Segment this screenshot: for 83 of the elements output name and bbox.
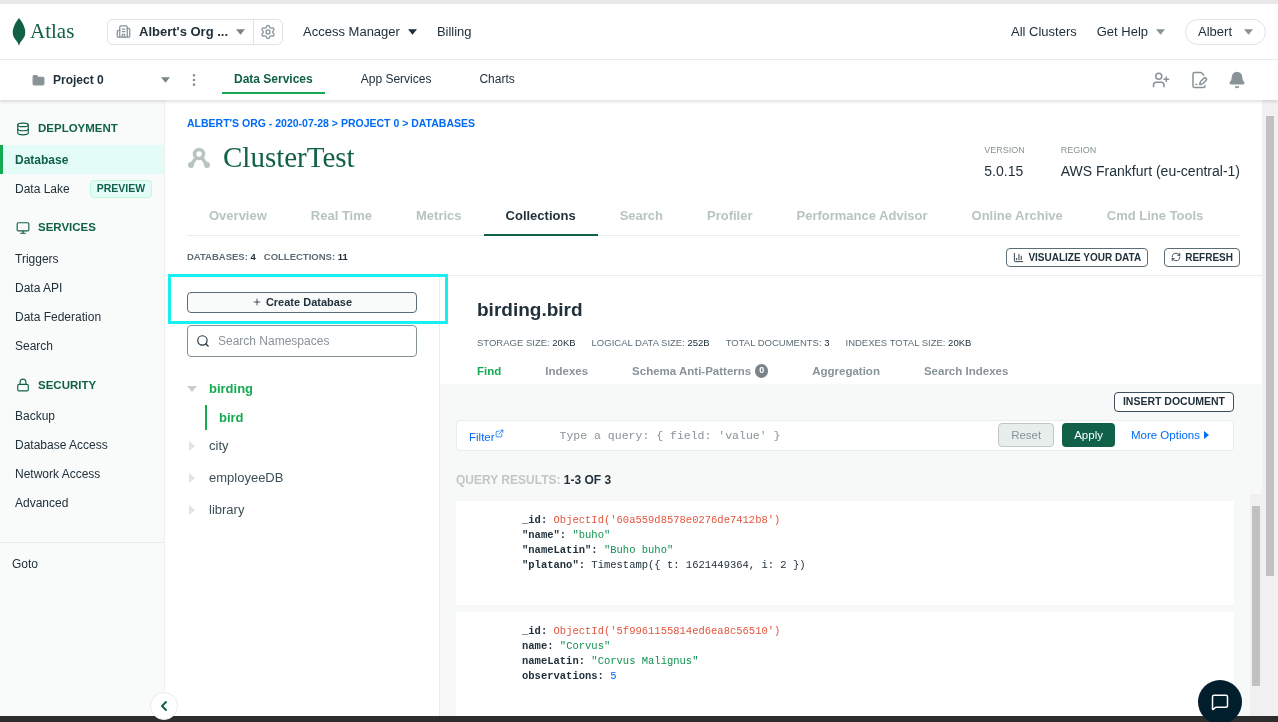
sidebar-item[interactable]: Data Lake PREVIEW bbox=[0, 174, 164, 204]
chat-icon bbox=[1211, 693, 1229, 711]
document-field: observations: 5 bbox=[522, 669, 1234, 684]
document-field: name: "Corvus" bbox=[522, 639, 1234, 654]
caret-icon bbox=[161, 77, 170, 83]
region-label: REGION bbox=[1060, 143, 1098, 157]
query-bar[interactable]: Filter Type a query: { field: 'value' } Reset Apply More Options bbox=[456, 419, 1234, 451]
count-label: COLLECTIONS: 11 bbox=[263, 250, 348, 265]
query-field[interactable]: Type a query: { field: 'value' } bbox=[559, 426, 999, 444]
more-options-link[interactable]: More Options bbox=[1130, 426, 1209, 444]
external-link-icon bbox=[494, 428, 504, 438]
cluster-title: ClusterTest bbox=[223, 139, 355, 175]
activity-feed-icon[interactable] bbox=[1190, 71, 1208, 89]
settings-icon bbox=[260, 23, 277, 40]
stat-label: INDEXES TOTAL SIZE: 20KB bbox=[845, 336, 972, 351]
sidebar-item[interactable]: Triggers bbox=[0, 244, 164, 274]
refresh-icon bbox=[1171, 252, 1182, 263]
sidebar-item[interactable]: Data API bbox=[0, 273, 164, 303]
triangle-icon bbox=[1204, 431, 1209, 440]
sidebar-item[interactable]: Data Federation bbox=[0, 302, 164, 332]
document-field: "nameLatin": "Buho buho" bbox=[522, 543, 1234, 558]
create-database-button[interactable]: Create Database bbox=[187, 291, 417, 313]
cluster-tab[interactable]: Collections bbox=[483, 206, 598, 236]
project-selector[interactable]: Project 0 bbox=[32, 71, 170, 89]
sidebar-item[interactable]: Database Access bbox=[0, 430, 164, 460]
search-input[interactable]: Search Namespaces bbox=[218, 331, 408, 350]
folder-icon bbox=[32, 73, 45, 87]
collection-tab[interactable]: Schema Anti-Patterns 0 bbox=[632, 362, 769, 380]
add-user-icon[interactable] bbox=[1152, 71, 1170, 89]
sidebar-item[interactable]: Network Access bbox=[0, 459, 164, 489]
sidebar-item[interactable]: Backup bbox=[0, 401, 164, 431]
sidebar-item[interactable]: Search bbox=[0, 331, 164, 361]
namespace-item[interactable]: employeeDB bbox=[187, 461, 417, 494]
breadcrumb[interactable]: ALBERT'S ORG - 2020-07-28 > PROJECT 0 > DATABASES bbox=[187, 116, 1240, 132]
monitor-icon bbox=[16, 220, 30, 235]
sidebar-item[interactable]: Advanced bbox=[0, 488, 164, 518]
nav-link[interactable]: Billing bbox=[436, 21, 472, 42]
preview-badge: PREVIEW bbox=[89, 179, 153, 198]
project-tab[interactable]: Charts bbox=[467, 66, 527, 94]
namespace-item[interactable]: library bbox=[187, 493, 417, 526]
sidebar-item[interactable]: Goto bbox=[0, 554, 164, 573]
filter-link[interactable]: Filter bbox=[469, 428, 504, 446]
database-icon bbox=[16, 121, 30, 136]
nav-link[interactable]: Get Help bbox=[1096, 21, 1166, 42]
apply-button[interactable]: Apply bbox=[1062, 423, 1115, 448]
nav-link[interactable]: All Clusters bbox=[1010, 21, 1077, 42]
cluster-icon bbox=[187, 146, 211, 169]
logo-text: Atlas bbox=[30, 17, 75, 45]
search-field[interactable]: Search Namespaces bbox=[187, 324, 417, 357]
region-value: AWS Frankfurt (eu-central-1) bbox=[1060, 162, 1240, 182]
visualize-button[interactable]: VISUALIZE YOUR DATA bbox=[1006, 247, 1149, 267]
section-heading: SERVICES bbox=[38, 220, 96, 236]
refresh-button[interactable]: REFRESH bbox=[1164, 247, 1240, 267]
project-tab[interactable]: App Services bbox=[348, 66, 444, 94]
version-value: 5.0.15 bbox=[984, 162, 1025, 182]
insert-document-button[interactable]: INSERT DOCUMENT bbox=[1113, 391, 1234, 412]
count-badge: 0 bbox=[755, 364, 769, 378]
notification-icon[interactable] bbox=[1228, 71, 1246, 89]
document-field: _id: ObjectId('5f9961155814ed6ea8c56510') bbox=[522, 624, 1234, 639]
section-heading: DEPLOYMENT bbox=[38, 121, 118, 136]
namespace-item[interactable]: city bbox=[187, 429, 417, 462]
building-icon bbox=[116, 24, 131, 39]
caret-icon bbox=[236, 28, 246, 35]
caret-icon bbox=[1244, 28, 1253, 35]
sidebar-item[interactable]: Database bbox=[0, 145, 164, 175]
section-heading: SECURITY bbox=[38, 377, 97, 393]
collection-title: birding.bird bbox=[477, 297, 584, 322]
lock-icon bbox=[16, 378, 30, 393]
stat-label: TOTAL DOCUMENTS: 3 bbox=[725, 336, 830, 351]
bar-chart-icon bbox=[1013, 251, 1025, 263]
search-icon bbox=[196, 333, 210, 348]
stat-label: LOGICAL DATA SIZE: 252B bbox=[591, 336, 710, 351]
plus-icon bbox=[251, 297, 262, 308]
stat-label: STORAGE SIZE: 20KB bbox=[477, 336, 576, 351]
leaf-logo-icon bbox=[12, 17, 26, 46]
nav-link[interactable]: Access Manager bbox=[303, 21, 417, 42]
count-label: DATABASES: 4 bbox=[187, 250, 256, 265]
document-field: nameLatin: "Corvus Malignus" bbox=[522, 654, 1234, 669]
project-tab[interactable]: Data Services bbox=[222, 66, 325, 94]
document-field: "platano": Timestamp({ t: 1621449364, i: 2 }) bbox=[522, 558, 1234, 573]
version-label: VERSION bbox=[984, 143, 1025, 157]
document-field: _id: ObjectId('60a559d8578e0276de7412b8') bbox=[522, 513, 1234, 528]
document-field: "name": "buho" bbox=[522, 528, 1234, 543]
